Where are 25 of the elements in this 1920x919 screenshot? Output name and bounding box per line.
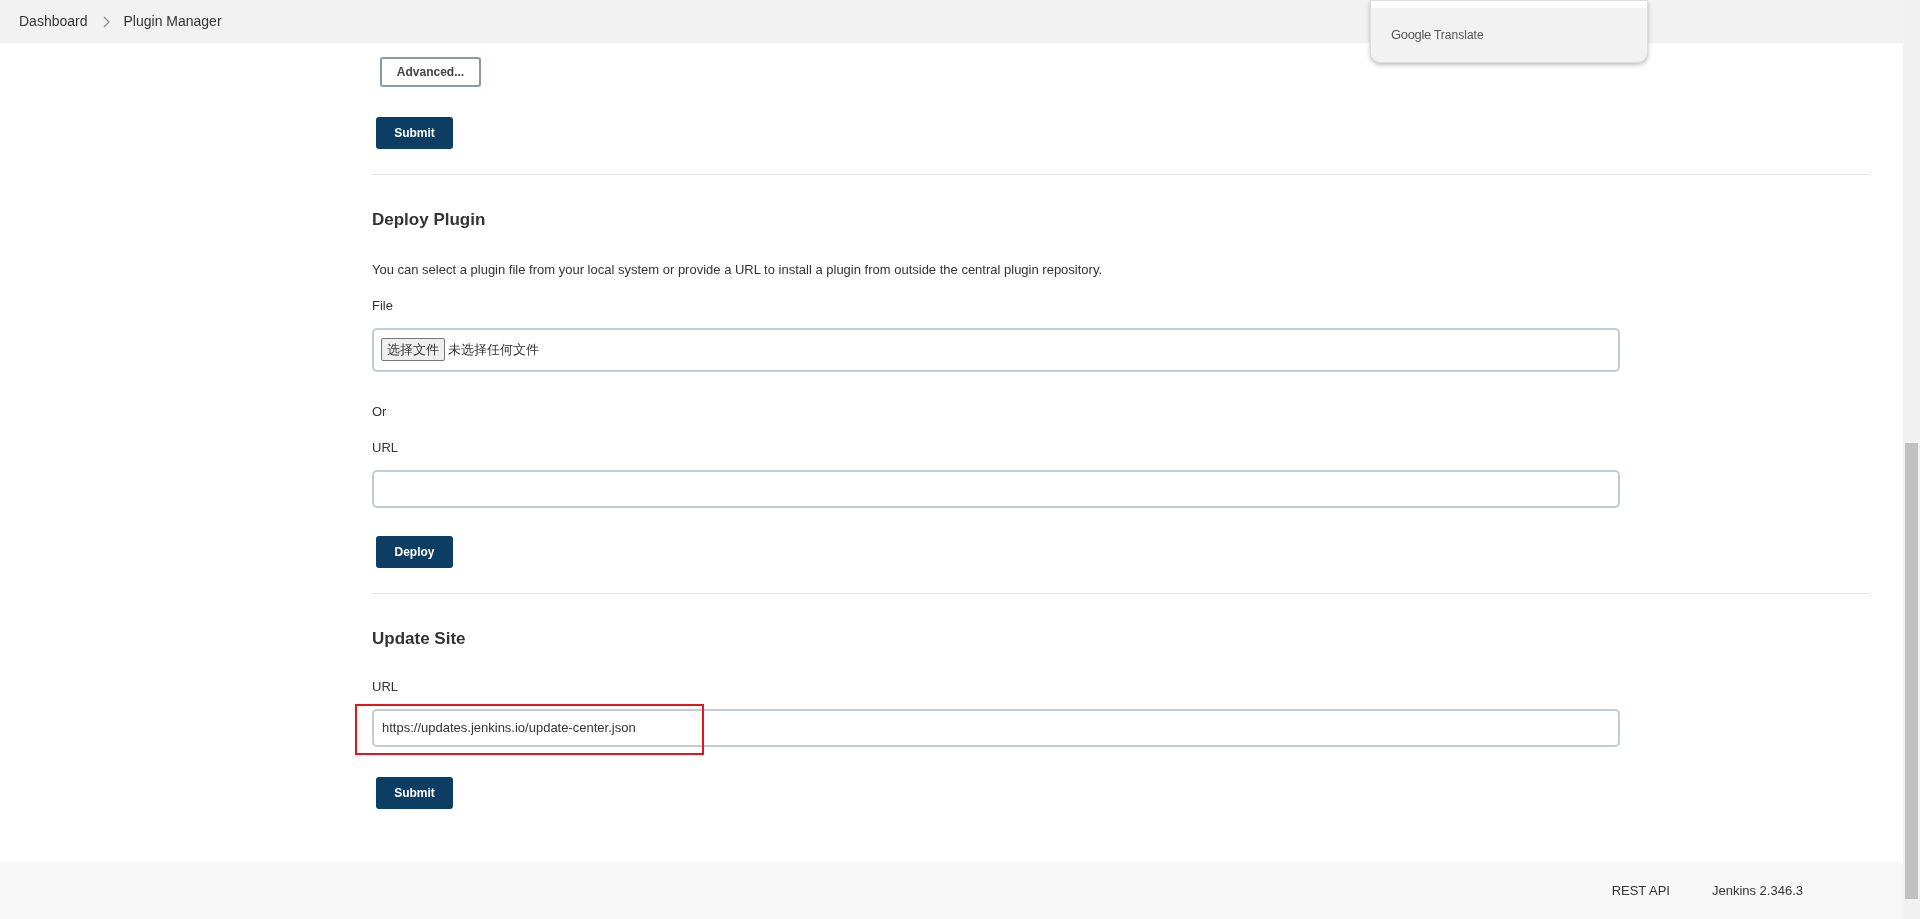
footer-link[interactable]: Jenkins 2.346.3 <box>1711 880 1803 901</box>
translate-text: Translate <box>1434 27 1484 44</box>
advanced-button[interactable]: Advanced... <box>380 57 481 87</box>
submit-button[interactable]: Submit <box>376 776 453 809</box>
section-title: Update Site <box>372 627 467 650</box>
url-input-field[interactable]: https://updates.jenkins.io/update-center.json <box>372 708 1620 747</box>
file-status-text: 未选择任何文件 <box>448 340 539 359</box>
brand-text: Google <box>1391 26 1431 45</box>
breadcrumb-link[interactable]: Dashboard <box>19 11 88 32</box>
field-label: URL <box>372 678 399 696</box>
deploy-button[interactable]: Deploy <box>376 535 453 568</box>
chevron-right-icon <box>101 15 110 28</box>
url-input-field[interactable] <box>372 469 1620 508</box>
field-label: URL <box>372 439 399 457</box>
file-input-field[interactable]: 选择文件 未选择任何文件 <box>372 327 1620 372</box>
choose-file-button[interactable]: 选择文件 <box>381 337 445 362</box>
or-text: Or <box>372 402 388 421</box>
footer-link[interactable]: REST API <box>1611 880 1670 901</box>
submit-button[interactable]: Submit <box>376 117 453 149</box>
scrollbar[interactable] <box>1903 0 1920 919</box>
breadcrumb-link[interactable]: Plugin Manager <box>123 11 222 32</box>
description-text: You can select a plugin file from your local system or provide a URL to install a plugin from outside the central plugin repository. <box>372 260 1104 279</box>
field-label: File <box>372 297 394 315</box>
scrollbar-thumb[interactable] <box>1905 443 1918 899</box>
section-title: Deploy Plugin <box>372 209 487 231</box>
